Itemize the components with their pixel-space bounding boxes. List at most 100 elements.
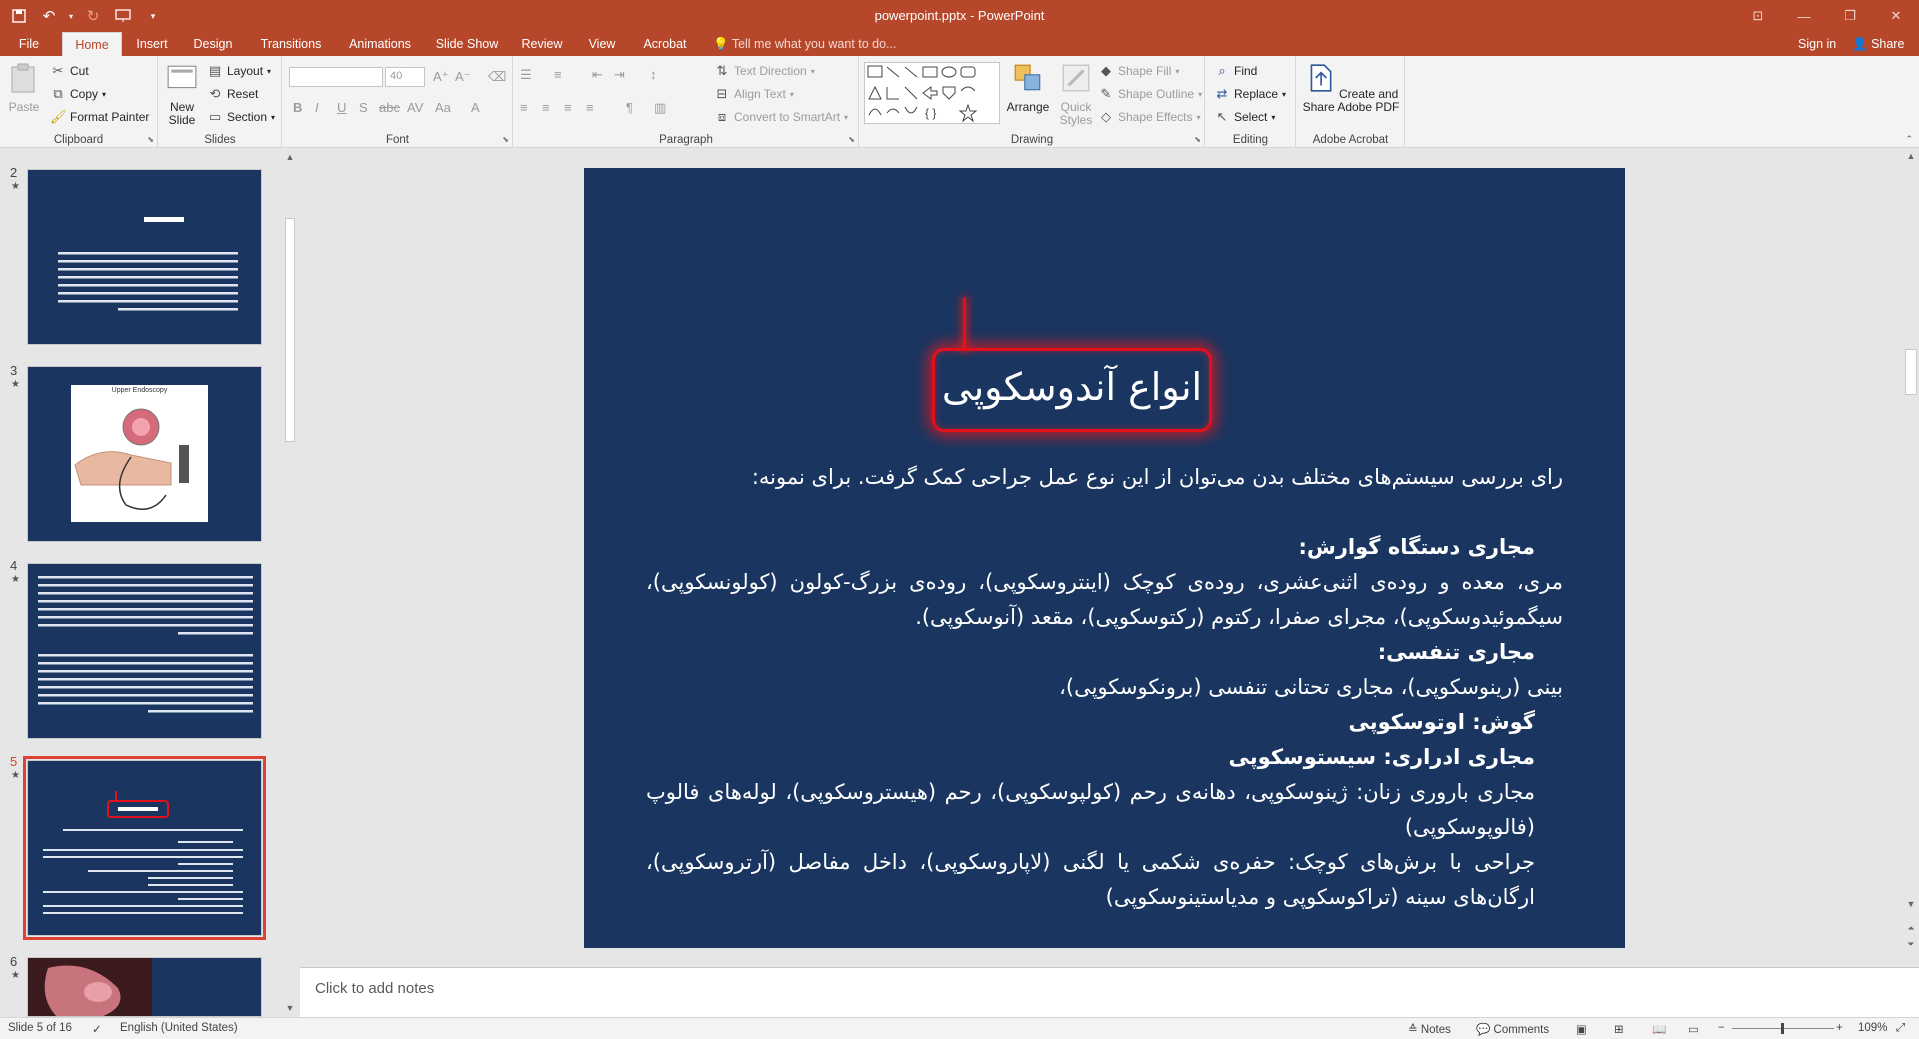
thumbnail-scrollbar[interactable]: ▲ ▼ [282,152,298,1017]
shadow-icon[interactable]: S [359,100,368,115]
copy-button[interactable]: ⧉ Copy ▾ [50,86,106,102]
bold-icon[interactable]: B [293,100,302,115]
undo-icon[interactable]: ↶ [36,4,62,28]
zoom-out-icon[interactable]: − [1718,1022,1725,1034]
slide-sorter-icon[interactable]: ⊞ [1614,1022,1624,1036]
columns-icon[interactable]: ▥ [654,100,666,116]
align-text-button[interactable]: ⊟ Align Text ▾ [714,86,794,102]
reading-view-icon[interactable]: 📖 [1652,1022,1666,1036]
minimize-icon[interactable]: — [1781,0,1827,32]
tab-design[interactable]: Design [188,32,238,56]
tab-insert[interactable]: Insert [130,32,174,56]
align-right-icon[interactable]: ≡ [564,100,572,115]
numbering-icon[interactable]: ≡ [554,67,562,82]
previous-slide-icon[interactable]: ⏶ [1903,923,1919,934]
fit-slide-icon[interactable]: ⤢ [1896,1022,1905,1035]
cut-button[interactable]: ✂ Cut [50,63,89,79]
tab-animations[interactable]: Animations [343,32,417,56]
slide-thumbnail-6[interactable] [27,957,262,1017]
justify-icon[interactable]: ≡ [586,100,594,115]
decrease-font-icon[interactable]: A⁻ [455,69,471,85]
line-spacing-icon[interactable]: ↕ [650,67,657,82]
text-direction-button[interactable]: ⇅ Text Direction ▾ [714,63,815,79]
next-slide-icon[interactable]: ⏷ [1903,939,1919,950]
share-button[interactable]: 👤 Share [1852,32,1904,56]
paste-button[interactable]: Paste [6,62,42,114]
slide-thumbnail-5[interactable] [23,756,266,940]
save-icon[interactable] [6,4,32,28]
font-size-combo[interactable]: 40 [385,67,425,87]
underline-icon[interactable]: U [337,100,346,115]
dialog-launcher-icon[interactable]: ⬊ [848,135,855,144]
close-icon[interactable]: ✕ [1873,0,1919,32]
dialog-launcher-icon[interactable]: ⬊ [502,135,509,144]
bullets-icon[interactable]: ☰ [520,67,532,83]
character-spacing-icon[interactable]: AV [407,100,423,115]
section-button[interactable]: ▭ Section ▾ [207,109,275,125]
increase-font-icon[interactable]: A⁺ [433,69,449,85]
arrange-button[interactable]: Arrange [1006,62,1050,114]
align-center-icon[interactable]: ≡ [542,100,550,115]
tab-acrobat[interactable]: Acrobat [637,32,693,56]
scroll-down-arrow-icon[interactable]: ▼ [282,1003,298,1017]
tab-slide-show[interactable]: Slide Show [431,32,503,56]
ribbon-display-options-icon[interactable]: ⊡ [1735,0,1781,32]
scroll-up-arrow-icon[interactable]: ▲ [282,152,298,166]
tab-file[interactable]: File [8,32,50,56]
slide-thumbnail-4[interactable] [27,563,262,739]
present-from-start-icon[interactable] [110,4,136,28]
tab-home[interactable]: Home [62,32,122,57]
dialog-launcher-icon[interactable]: ⬊ [1194,135,1201,144]
quick-styles-button[interactable]: Quick Styles [1054,62,1098,127]
current-slide[interactable]: انواع آندوسکوپی رای بررسی سیستم‌های مختل… [584,168,1625,948]
slideshow-view-icon[interactable]: ▭ [1688,1022,1699,1036]
format-painter-button[interactable]: 🖌 Format Painter [50,109,149,125]
change-case-icon[interactable]: Aa [435,100,451,115]
find-button[interactable]: ⌕ Find [1214,63,1257,79]
slide-thumbnail-2[interactable] [27,169,262,345]
italic-icon[interactable]: I [315,100,319,115]
customize-qat-icon[interactable]: ▾ [140,4,166,28]
slide-scrollbar[interactable]: ▲ ▼ ⏶ ⏷ [1903,149,1919,966]
strikethrough-icon[interactable]: abc [379,100,400,115]
dialog-launcher-icon[interactable]: ⬊ [147,135,154,144]
comments-toggle[interactable]: 💬 Comments [1476,1022,1549,1036]
replace-button[interactable]: ⇄ Replace ▾ [1214,86,1287,102]
new-slide-button[interactable]: New Slide [163,62,201,127]
shapes-gallery[interactable]: { } [864,62,1000,124]
font-name-combo[interactable] [289,67,383,87]
zoom-in-icon[interactable]: + [1836,1022,1843,1034]
spell-check-icon[interactable]: ✓ [92,1022,102,1036]
tab-view[interactable]: View [582,32,622,56]
reset-button[interactable]: ⟲ Reset [207,86,259,102]
collapse-ribbon-icon[interactable]: ⌃ [1905,134,1913,145]
tell-me-box[interactable]: 💡 Tell me what you want to do... [713,32,897,56]
zoom-slider-thumb[interactable] [1781,1023,1784,1034]
layout-button[interactable]: ▤ Layout ▾ [207,63,271,79]
scrollbar-thumb[interactable] [285,218,295,442]
slide-title[interactable]: انواع آندوسکوپی [935,365,1209,409]
shape-outline-button[interactable]: ✎ Shape Outline ▾ [1098,86,1203,102]
font-color-icon[interactable]: A [471,100,480,115]
scrollbar-thumb[interactable] [1905,349,1917,395]
sign-in-link[interactable]: Sign in [1798,32,1836,56]
clear-formatting-icon[interactable]: ⌫ [488,69,506,85]
notes-placeholder[interactable]: Click to add notes [315,980,434,997]
normal-view-icon[interactable]: ▣ [1576,1022,1587,1036]
select-button[interactable]: ↖ Select ▾ [1214,109,1276,125]
slide-body-text[interactable]: رای بررسی سیستم‌های مختلف بدن می‌توان از… [646,460,1563,915]
align-left-icon[interactable]: ≡ [520,100,528,115]
shape-effects-button[interactable]: ◇ Shape Effects ▾ [1098,109,1201,125]
decrease-indent-icon[interactable]: ⇤ [592,67,603,83]
restore-icon[interactable]: ❐ [1827,0,1873,32]
redo-icon[interactable]: ↻ [80,4,106,28]
scroll-down-arrow-icon[interactable]: ▼ [1903,899,1919,909]
create-share-pdf-button[interactable]: Create and Share Adobe PDF [1301,62,1401,114]
undo-dropdown-icon[interactable]: ▾ [66,4,76,28]
language-indicator[interactable]: English (United States) [120,1022,238,1034]
slide-thumbnail-3[interactable]: Upper Endoscopy [27,366,262,542]
increase-indent-icon[interactable]: ⇥ [614,67,625,83]
zoom-level[interactable]: 109% [1858,1022,1887,1034]
scroll-up-arrow-icon[interactable]: ▲ [1903,151,1919,161]
notes-pane[interactable]: Click to add notes [300,967,1919,1017]
